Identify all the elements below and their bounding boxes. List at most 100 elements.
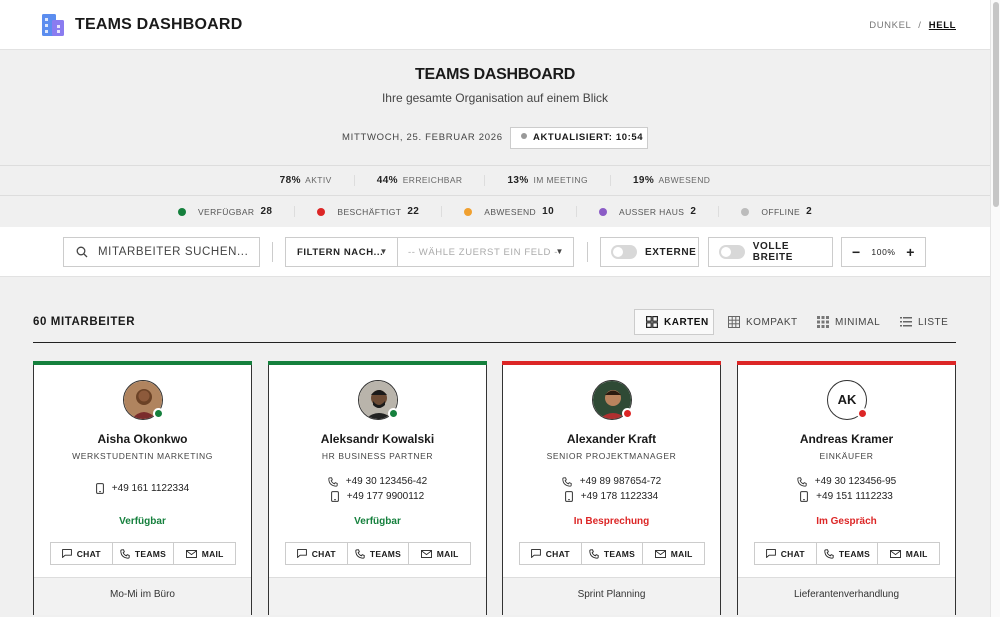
employee-card[interactable]: AK Andreas Kramer EINKÄUFER +49 30 12345… (737, 361, 956, 615)
status-dot-icon (741, 207, 750, 216)
employee-name: Aleksandr Kowalski (320, 432, 435, 446)
status-note (269, 577, 486, 615)
toggle-switch-icon (611, 245, 637, 259)
status-text: Im Gespräch (816, 516, 877, 527)
mail-button[interactable]: MAIL (408, 543, 470, 564)
view-compact-button[interactable]: KOMPAKT (728, 309, 798, 335)
update-dot-icon (521, 133, 527, 139)
mobile-number[interactable]: +49 161 1122334 (34, 481, 251, 496)
status-text: Verfügbar (354, 516, 401, 527)
mobile-phone-icon (800, 491, 809, 502)
phone-number[interactable]: +49 30 123456-95 (738, 474, 955, 489)
stat-active: 78% AKTIV (279, 175, 332, 186)
mail-icon (889, 549, 901, 558)
employee-card[interactable]: Aisha Okonkwo WERKSTUDENTIN MARKETING +4… (33, 361, 252, 615)
zoom-level: 100% (871, 247, 896, 257)
chat-button[interactable]: CHAT (520, 543, 581, 564)
theme-switch: DUNKEL / HELL (865, 20, 956, 31)
employee-name: Andreas Kramer (799, 432, 894, 446)
mail-button[interactable]: MAIL (877, 543, 939, 564)
status-note: Mo-Mi im Büro (34, 577, 251, 615)
scrollbar-thumb[interactable] (993, 2, 999, 207)
scrollbar[interactable] (990, 0, 1000, 617)
zoom-out-button[interactable]: − (852, 244, 861, 260)
phone-icon (328, 476, 338, 487)
view-minimal-button[interactable]: MINIMAL (817, 309, 880, 335)
teams-call-button[interactable]: TEAMS (346, 543, 409, 564)
view-list-button[interactable]: LISTE (900, 309, 948, 335)
externe-toggle[interactable]: EXTERNE (600, 237, 699, 267)
externe-label: EXTERNE (645, 246, 697, 258)
mail-icon (420, 549, 432, 558)
phone-icon (120, 548, 130, 559)
chat-button[interactable]: CHAT (755, 543, 816, 564)
chevron-down-icon: ▼ (379, 247, 388, 256)
chevron-down-icon: ▼ (555, 247, 564, 256)
mobile-number[interactable]: +49 151 1112233 (738, 489, 955, 504)
last-updated-badge: AKTUALISIERT: 10:54 (510, 127, 648, 149)
mobile-phone-icon (95, 483, 104, 494)
current-date: MITTWOCH, 25. FEBRUAR 2026 (342, 132, 503, 143)
mobile-number[interactable]: +49 178 1122334 (503, 489, 720, 504)
chat-bubble-icon (296, 549, 307, 558)
status-dot-icon (177, 207, 186, 216)
top-bar: TEAMS DASHBOARD DUNKEL / HELL (0, 0, 990, 50)
employee-count: 60 MITARBEITER (33, 316, 136, 328)
mobile-phone-icon (330, 491, 339, 502)
toggle-switch-icon (719, 245, 745, 259)
employee-card[interactable]: Aleksandr Kowalski HR BUSINESS PARTNER +… (268, 361, 487, 615)
theme-separator: / (918, 20, 922, 31)
page-title: TEAMS DASHBOARD (415, 66, 575, 83)
teams-call-button[interactable]: TEAMS (815, 543, 878, 564)
toolbar-divider (587, 242, 588, 262)
status-note: Sprint Planning (503, 577, 720, 615)
mail-button[interactable]: MAIL (173, 543, 235, 564)
summary-stats: 78% AKTIV 44% ERREICHBAR 13% IM MEETING … (0, 165, 990, 196)
grid-2x2-icon (646, 316, 658, 328)
zoom-in-button[interactable]: + (906, 244, 915, 260)
status-dot-icon (599, 207, 608, 216)
employee-role: SENIOR PROJEKTMANAGER (546, 451, 677, 461)
presence-dot-icon (153, 408, 164, 419)
chat-button[interactable]: CHAT (286, 543, 347, 564)
status-filter-offline[interactable]: OFFLINE 2 (718, 206, 834, 217)
presence-dot-icon (857, 408, 868, 419)
employee-name: Aisha Okonkwo (97, 432, 188, 446)
chat-button[interactable]: CHAT (51, 543, 112, 564)
status-bar (33, 361, 252, 365)
hero-header: TEAMS DASHBOARD Ihre gesamte Organisatio… (0, 50, 990, 165)
theme-dark-link[interactable]: DUNKEL (869, 20, 911, 31)
contact-actions: CHAT TEAMS MAIL (754, 542, 940, 565)
filter-value-select[interactable]: -- WÄHLE ZUERST EIN FELD -- ▼ (397, 237, 574, 267)
mail-button[interactable]: MAIL (642, 543, 704, 564)
employee-section: 60 MITARBEITER KARTEN KOMPAKT MINIMAL LI… (0, 277, 990, 617)
mobile-number[interactable]: +49 177 9900112 (269, 489, 486, 504)
section-divider (33, 342, 956, 343)
phone-number[interactable]: +49 89 987654-72 (503, 474, 720, 489)
theme-light-link[interactable]: HELL (929, 20, 956, 31)
teams-call-button[interactable]: TEAMS (111, 543, 174, 564)
search-input[interactable]: MITARBEITER SUCHEN... (63, 237, 260, 267)
filter-field-select[interactable]: FILTERN NACH... ▼ (285, 237, 397, 267)
phone-icon (355, 548, 365, 559)
contact-actions: CHAT TEAMS MAIL (50, 542, 236, 565)
teams-call-button[interactable]: TEAMS (580, 543, 643, 564)
chat-bubble-icon (530, 549, 541, 558)
employee-card[interactable]: Alexander Kraft SENIOR PROJEKTMANAGER +4… (502, 361, 721, 615)
status-filter-available[interactable]: VERFÜGBAR 28 (156, 206, 294, 217)
stat-meeting: 13% IM MEETING (484, 175, 610, 186)
phone-number[interactable]: +49 30 123456-42 (269, 474, 486, 489)
status-filter-away[interactable]: ABWESEND 10 (441, 206, 576, 217)
full-width-toggle[interactable]: VOLLE BREITE (708, 237, 833, 267)
phone-list: +49 161 1122334 (34, 481, 251, 496)
status-filter-out-of-office[interactable]: AUSSER HAUS 2 (576, 206, 718, 217)
employee-role: HR BUSINESS PARTNER (321, 451, 434, 461)
building-logo-icon (42, 14, 64, 36)
status-bar (268, 361, 487, 365)
filter-value-placeholder: -- WÄHLE ZUERST EIN FELD -- (408, 246, 562, 258)
phone-icon (824, 548, 834, 559)
presence-dot-icon (388, 408, 399, 419)
status-filter-busy[interactable]: BESCHÄFTIGT 22 (294, 206, 441, 217)
view-cards-button[interactable]: KARTEN (634, 309, 714, 335)
status-text: Verfügbar (119, 516, 166, 527)
